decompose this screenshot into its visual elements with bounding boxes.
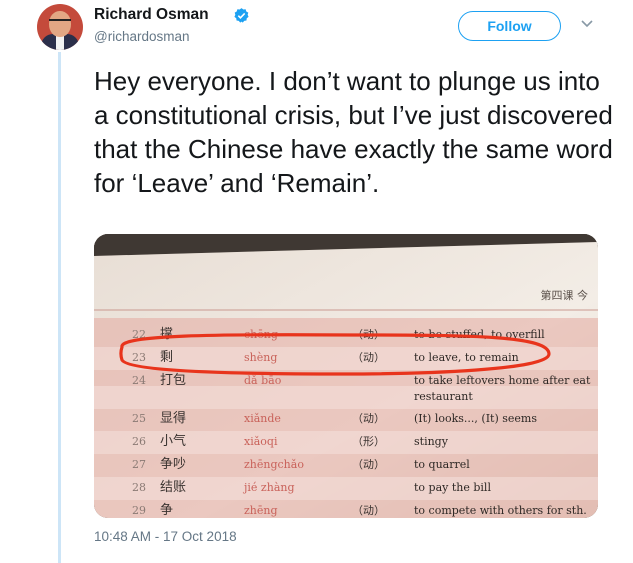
vocab-meaning: stingy — [414, 435, 449, 448]
table-row-band — [94, 386, 598, 409]
verified-badge-icon — [234, 8, 249, 23]
page-header: 第四课 今 — [541, 288, 589, 302]
vocab-meaning: to leave, to remain — [414, 351, 519, 364]
vocab-num: 23 — [132, 351, 146, 364]
chevron-down-icon[interactable] — [580, 18, 594, 30]
vocab-pinyin: jié zhàng — [242, 481, 295, 494]
thread-line — [58, 52, 61, 563]
vocabulary-page-photo: 22 撑 chēng （动） to be stuffed, to overfill23 剩… — [94, 234, 598, 518]
vocab-pinyin: xiǎoqi — [244, 435, 278, 448]
vocab-meaning: (It) looks..., (It) seems — [414, 412, 537, 425]
vocab-pos: （动） — [352, 504, 385, 517]
author-name[interactable]: Richard Osman — [94, 6, 209, 24]
vocab-pinyin: shèng — [244, 351, 277, 364]
vocab-hanzi: 争吵 — [160, 456, 186, 472]
vocab-hanzi: 争 — [160, 503, 173, 518]
vocab-hanzi: 小气 — [160, 433, 186, 449]
tweet-text: Hey everyone. I don’t want to plunge us … — [94, 66, 613, 198]
vocab-num: 24 — [132, 374, 146, 387]
vocab-num: 29 — [132, 504, 146, 517]
vocab-num: 28 — [132, 481, 146, 494]
vocab-meaning: to quarrel — [414, 458, 470, 471]
vocab-hanzi: 显得 — [160, 410, 186, 426]
vocab-pos: （动） — [352, 351, 385, 364]
tweet-photo[interactable]: 22 撑 chēng （动） to be stuffed, to overfill 23 剩… — [94, 234, 598, 518]
vocab-pos: （形） — [352, 435, 385, 448]
follow-button[interactable]: Follow — [458, 11, 561, 41]
vocab-num: 26 — [132, 435, 146, 448]
vocab-hanzi: 剩 — [160, 350, 173, 365]
vocab-pos: （动） — [352, 412, 385, 425]
vocab-pos: （动） — [352, 458, 385, 471]
vocab-hanzi: 结账 — [160, 480, 186, 495]
vocab-pinyin: dǎ bāo — [244, 374, 282, 387]
vocab-hanzi: 打包 — [160, 373, 186, 388]
vocab-hanzi: 撑 — [160, 327, 173, 342]
vocab-meaning: to pay the bill — [414, 481, 491, 494]
vocab-meaning: restaurant — [414, 390, 473, 403]
vocab-meaning: to compete with others for sth. — [414, 504, 587, 517]
author-handle[interactable]: @richardosman — [94, 29, 190, 44]
vocab-pinyin: zhēng — [244, 504, 278, 517]
tweet-timestamp[interactable]: 10:48 AM - 17 Oct 2018 — [94, 529, 237, 544]
vocab-pinyin: zhēngchǎo — [244, 458, 304, 471]
vocab-meaning: to take leftovers home after eat — [414, 374, 591, 387]
vocab-num: 25 — [132, 412, 146, 425]
avatar[interactable] — [37, 4, 83, 50]
vocab-pinyin: xiǎnde — [244, 412, 281, 425]
vocab-num: 27 — [132, 458, 146, 471]
